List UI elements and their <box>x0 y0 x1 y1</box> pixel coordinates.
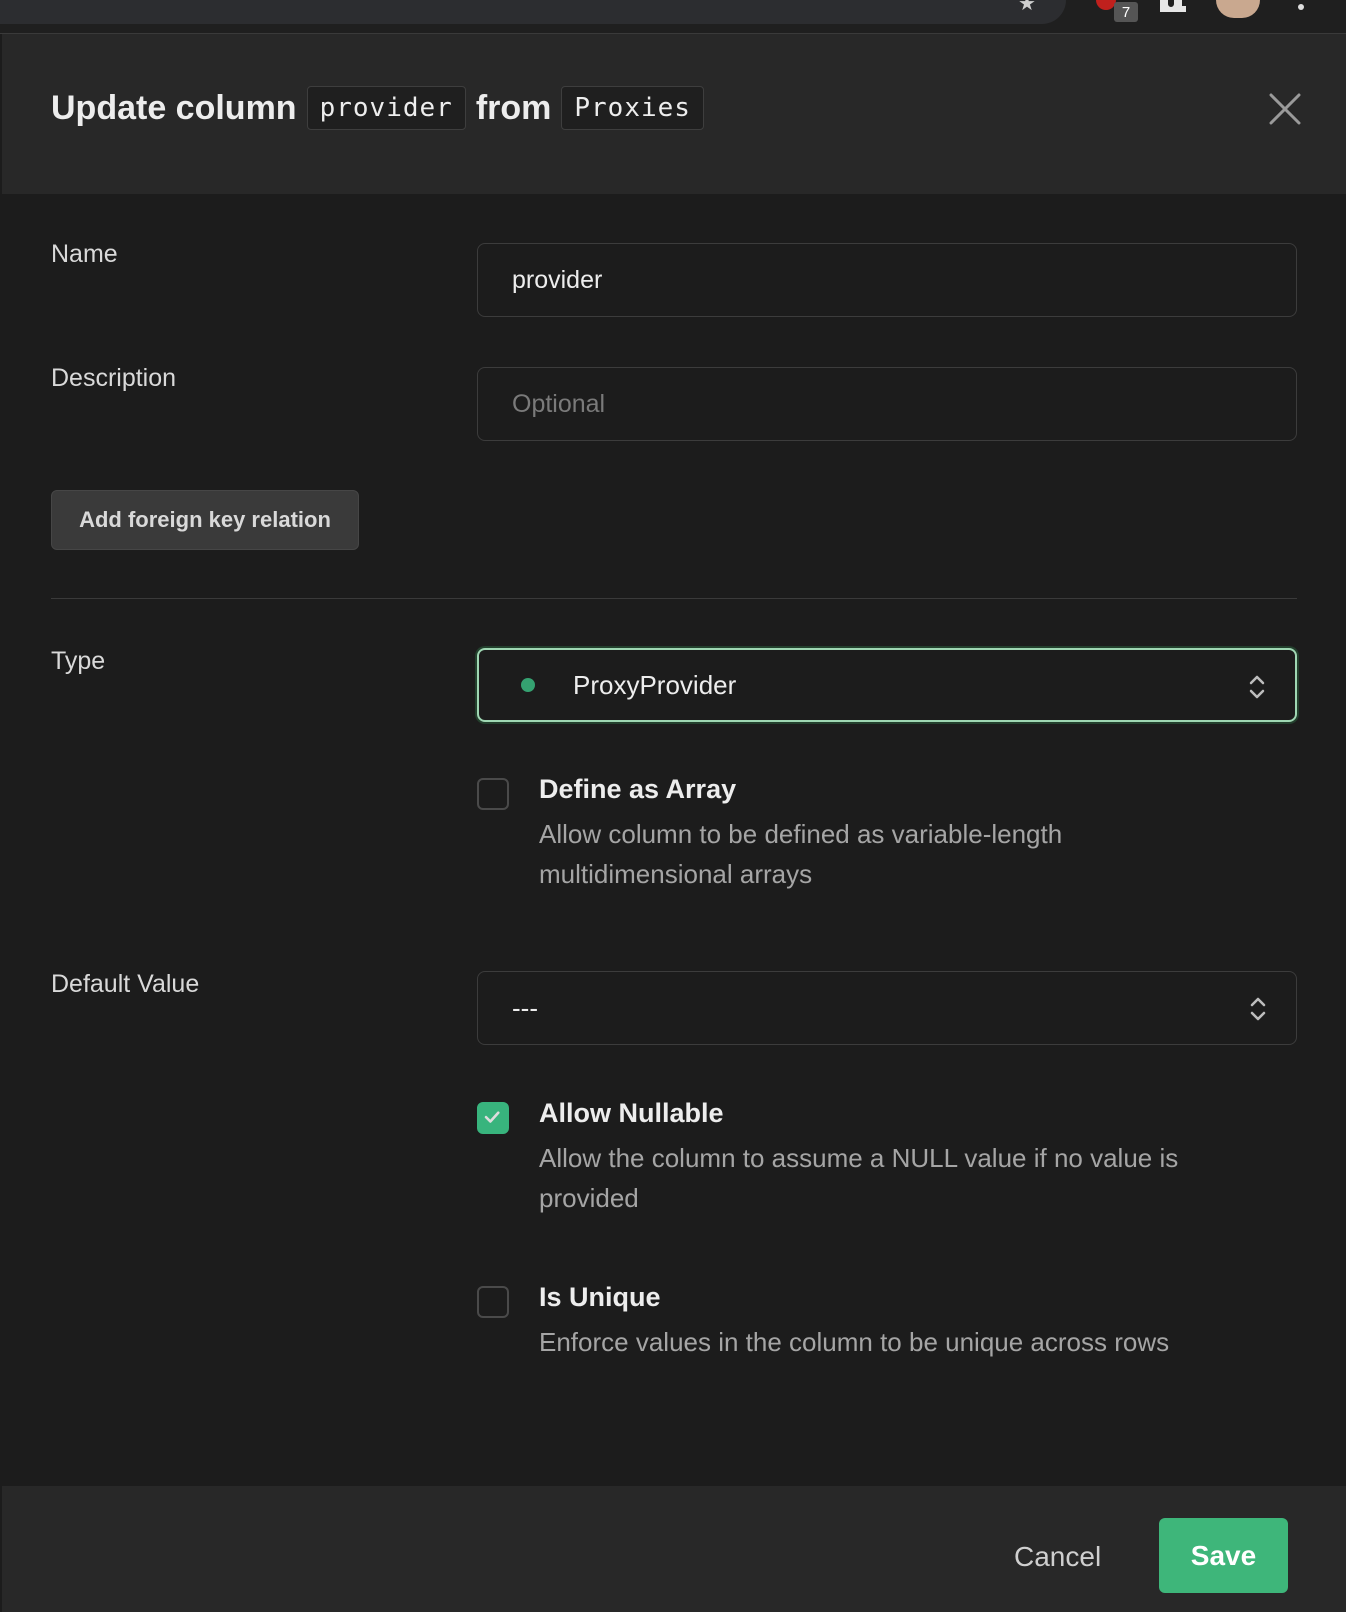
type-label: Type <box>51 647 106 675</box>
title-prefix: Update column <box>51 88 297 127</box>
is-unique-description: Enforce values in the column to be uniqu… <box>539 1327 1170 1357</box>
browser-address-area <box>0 0 1066 24</box>
description-input[interactable] <box>478 368 1296 440</box>
chevron-up-down-icon <box>1250 997 1266 1021</box>
title-middle: from <box>475 88 552 127</box>
name-field <box>477 243 1297 317</box>
column-name-chip: provider <box>306 86 466 130</box>
close-icon[interactable] <box>1268 92 1302 126</box>
is-unique-checkbox[interactable] <box>477 1286 509 1318</box>
chevron-up-down-icon <box>1249 675 1265 699</box>
define-as-array-checkbox[interactable] <box>477 778 509 810</box>
allow-nullable-description: Allow the column to assume a NULL value … <box>539 1143 1179 1213</box>
define-as-array-description: Allow column to be defined as variable-l… <box>539 819 1063 889</box>
default-value-select[interactable]: --- <box>477 971 1297 1045</box>
panel-footer: Cancel Save <box>2 1486 1346 1612</box>
page-title: Update column provider from Proxies <box>51 86 704 130</box>
name-input[interactable] <box>478 244 1296 316</box>
type-select-value: ProxyProvider <box>573 669 737 700</box>
cancel-button[interactable]: Cancel <box>1014 1541 1101 1573</box>
is-unique-title: Is Unique <box>539 1282 661 1312</box>
update-column-panel: Update column provider from Proxies Name… <box>2 34 1346 1612</box>
extension-icon[interactable] <box>1096 0 1116 10</box>
table-name-chip: Proxies <box>561 86 704 130</box>
extension-badge: 7 <box>1114 2 1138 22</box>
star-icon[interactable]: ★ <box>1018 0 1040 14</box>
checkmark-icon <box>484 1111 500 1123</box>
allow-nullable-checkbox[interactable] <box>477 1102 509 1134</box>
panel-header: Update column provider from Proxies <box>2 34 1346 194</box>
save-button[interactable]: Save <box>1159 1518 1288 1593</box>
name-label: Name <box>51 240 118 268</box>
browser-toolbar: ★ 7 <box>0 0 1346 34</box>
define-as-array-title: Define as Array <box>539 774 737 804</box>
allow-nullable-title: Allow Nullable <box>539 1098 724 1128</box>
type-status-dot <box>521 678 535 692</box>
description-label: Description <box>51 364 177 392</box>
avatar[interactable] <box>1216 0 1260 18</box>
default-value-select-value: --- <box>512 992 538 1023</box>
default-value-label: Default Value <box>51 970 200 998</box>
divider <box>51 598 1297 599</box>
more-menu-icon[interactable] <box>1298 4 1304 10</box>
puzzle-icon[interactable] <box>1158 0 1188 12</box>
description-field <box>477 367 1297 441</box>
type-select[interactable]: ProxyProvider <box>477 648 1297 722</box>
add-foreign-key-button[interactable]: Add foreign key relation <box>51 490 359 550</box>
